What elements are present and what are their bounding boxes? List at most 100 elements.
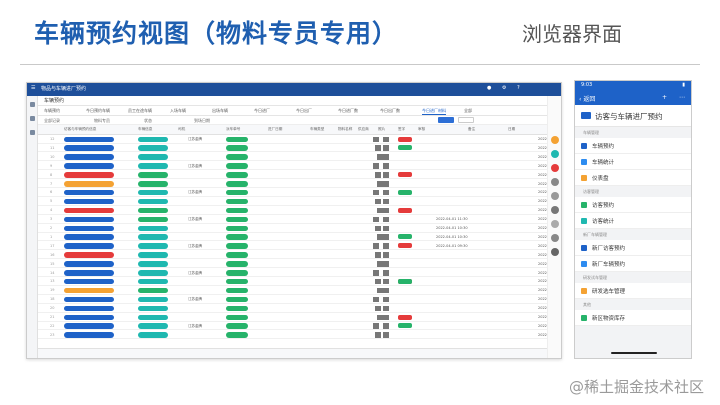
- visitor-pill[interactable]: [64, 189, 114, 196]
- status-pill[interactable]: [226, 154, 248, 160]
- photo-thumb[interactable]: [383, 243, 389, 249]
- photo-thumb[interactable]: [375, 278, 381, 285]
- visitor-pill[interactable]: [64, 234, 114, 240]
- vehicle-pill[interactable]: [138, 216, 168, 223]
- status-pill[interactable]: [226, 163, 248, 169]
- vehicle-pill[interactable]: [138, 145, 168, 151]
- visitor-pill[interactable]: [64, 270, 114, 276]
- status-pill[interactable]: [226, 243, 248, 249]
- reset-button[interactable]: [458, 117, 474, 123]
- avatar[interactable]: [551, 206, 559, 214]
- menu-icon[interactable]: ☰: [31, 85, 35, 91]
- menu-item[interactable]: 仪表盘: [575, 170, 691, 186]
- visitor-pill[interactable]: [64, 252, 114, 258]
- menu-item[interactable]: 访客统计: [575, 213, 691, 229]
- column-header[interactable]: 签字: [398, 127, 405, 132]
- table-row[interactable]: 4 2022-0: [38, 206, 561, 215]
- avatar[interactable]: [551, 220, 559, 228]
- avatar[interactable]: [551, 192, 559, 200]
- vehicle-pill[interactable]: [138, 305, 168, 312]
- visitor-pill[interactable]: [64, 296, 114, 303]
- vehicle-pill[interactable]: [138, 243, 168, 249]
- avatar[interactable]: [551, 248, 559, 256]
- table-row[interactable]: 19 2022-0: [38, 286, 561, 295]
- view-tab[interactable]: 今日进厂数: [338, 108, 358, 114]
- photo-thumb[interactable]: [373, 323, 379, 329]
- vehicle-pill[interactable]: [138, 332, 168, 338]
- status-pill[interactable]: [226, 189, 248, 196]
- photo-thumb[interactable]: [383, 216, 389, 223]
- vehicle-pill[interactable]: [138, 287, 168, 294]
- table-row[interactable]: 15 2022-0: [38, 260, 561, 269]
- more-icon[interactable]: ⋯: [679, 94, 685, 101]
- view-tab[interactable]: 出场车辆: [212, 108, 228, 114]
- table-row[interactable]: 5 2022-0: [38, 197, 561, 206]
- filter-date[interactable]: 到场日期: [194, 118, 210, 124]
- photo-thumb[interactable]: [383, 296, 389, 303]
- menu-item[interactable]: 新厂访客预约: [575, 240, 691, 256]
- photo-thumb[interactable]: [373, 270, 379, 276]
- status-pill[interactable]: [226, 296, 248, 303]
- status-pill[interactable]: [226, 270, 248, 276]
- filter-status[interactable]: 状态: [144, 118, 152, 124]
- visitor-pill[interactable]: [64, 332, 114, 338]
- visitor-pill[interactable]: [64, 207, 114, 214]
- column-header[interactable]: 访客与车辆预约信息: [64, 127, 96, 132]
- status-pill[interactable]: [226, 314, 248, 320]
- photo-thumb[interactable]: [383, 136, 389, 142]
- vehicle-pill[interactable]: [138, 252, 168, 258]
- visitor-pill[interactable]: [64, 287, 114, 294]
- vehicle-pill[interactable]: [138, 154, 168, 160]
- photo-thumb[interactable]: [375, 225, 381, 231]
- visitor-pill[interactable]: [64, 145, 114, 151]
- table-row[interactable]: 8 2022-0: [38, 171, 561, 180]
- visitor-pill[interactable]: [64, 305, 114, 312]
- status-pill[interactable]: [226, 323, 248, 329]
- table-row[interactable]: 3 2022-0 江苏金牌 2022-04-01 11:30: [38, 215, 561, 224]
- vehicle-pill[interactable]: [138, 270, 168, 276]
- table-icon[interactable]: [30, 116, 35, 121]
- status-pill[interactable]: [226, 332, 248, 338]
- worksheet-tab[interactable]: 车辆预约: [38, 96, 561, 106]
- photo-thumb[interactable]: [375, 145, 381, 151]
- photo-thumb[interactable]: [383, 181, 389, 187]
- settings-icon[interactable]: ⚙: [502, 85, 506, 91]
- chart-icon[interactable]: [30, 130, 35, 135]
- table-row[interactable]: 18 2022-0 江苏金牌: [38, 295, 561, 304]
- photo-thumb[interactable]: [375, 252, 381, 258]
- photo-thumb[interactable]: [383, 234, 389, 240]
- column-header[interactable]: 进厂日期: [268, 127, 282, 132]
- photo-thumb[interactable]: [383, 189, 389, 196]
- photo-thumb[interactable]: [383, 270, 389, 276]
- photo-thumb[interactable]: [375, 198, 381, 205]
- view-tab[interactable]: 车辆预约: [44, 108, 60, 114]
- tab-vehicle-booking[interactable]: 车辆预约: [44, 97, 64, 104]
- column-header[interactable]: 日期: [508, 127, 515, 132]
- status-pill[interactable]: [226, 305, 248, 312]
- photo-thumb[interactable]: [383, 154, 389, 160]
- back-button[interactable]: ‹ 返回: [579, 94, 595, 103]
- photo-thumb[interactable]: [375, 305, 381, 312]
- vehicle-pill[interactable]: [138, 207, 168, 214]
- vehicle-pill[interactable]: [138, 163, 168, 169]
- table-row[interactable]: 1 2022-0 2022-04-01 10:30: [38, 233, 561, 242]
- photo-thumb[interactable]: [383, 323, 389, 329]
- visitor-pill[interactable]: [64, 314, 114, 320]
- menu-item[interactable]: 新区物资库存: [575, 310, 691, 326]
- status-pill[interactable]: [226, 234, 248, 240]
- column-header[interactable]: 审核: [418, 127, 425, 132]
- photo-thumb[interactable]: [383, 252, 389, 258]
- vehicle-pill[interactable]: [138, 261, 168, 267]
- filter-all[interactable]: 全部记录: [44, 118, 60, 124]
- photo-thumb[interactable]: [373, 136, 379, 142]
- status-pill[interactable]: [226, 216, 248, 223]
- photo-thumb[interactable]: [383, 225, 389, 231]
- visitor-pill[interactable]: [64, 172, 114, 178]
- photo-thumb[interactable]: [373, 243, 379, 249]
- vehicle-pill[interactable]: [138, 314, 168, 320]
- table-row[interactable]: 22 2022-0 江苏金牌: [38, 322, 561, 331]
- status-pill[interactable]: [226, 198, 248, 205]
- status-pill[interactable]: [226, 278, 248, 285]
- menu-item[interactable]: 研发选车管理: [575, 283, 691, 299]
- column-header[interactable]: 派车单号: [226, 127, 240, 132]
